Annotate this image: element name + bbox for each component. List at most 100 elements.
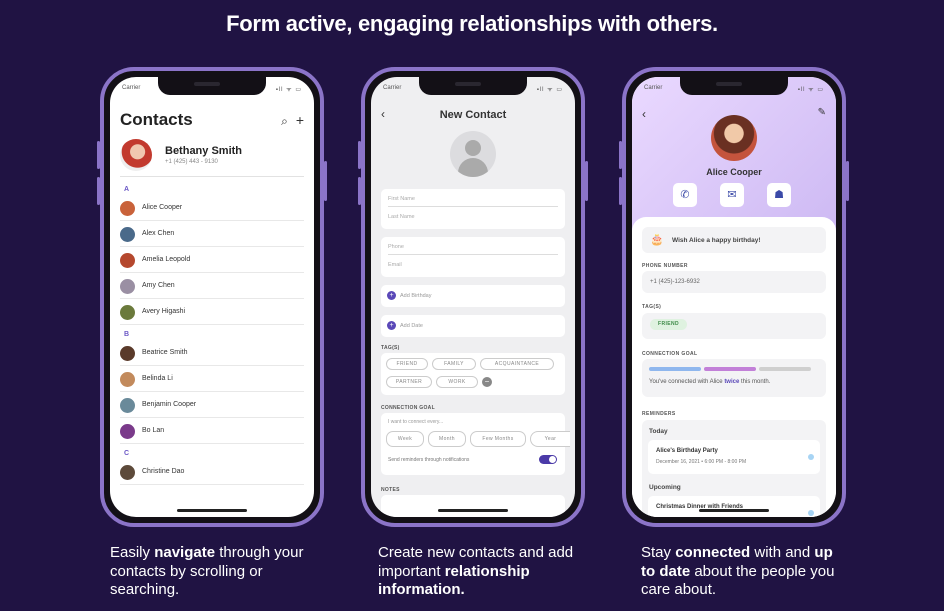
plus-icon: + — [387, 321, 396, 330]
avatar — [120, 139, 152, 171]
avatar — [711, 115, 757, 161]
goal-prompt: I want to connect every... — [388, 419, 444, 425]
add-birthday-label: Add Birthday — [400, 292, 432, 299]
contact-name: Bo Lan — [142, 427, 165, 434]
last-name-field[interactable]: Last Name — [388, 214, 558, 224]
first-name-field[interactable]: First Name — [388, 196, 558, 207]
reminder-toggle[interactable] — [539, 455, 557, 464]
reminder-text: Send reminders through notifications — [388, 457, 470, 463]
upcoming-label: Upcoming — [649, 484, 681, 491]
section-letter: C — [124, 450, 130, 457]
call-icon[interactable]: ✆ — [673, 183, 697, 207]
event-title: Alice's Birthday Party — [656, 448, 718, 454]
remove-tag-icon[interactable]: − — [482, 377, 492, 387]
reminder-dot — [808, 454, 814, 460]
tags-label: TAG(S) — [381, 345, 400, 351]
contact-row[interactable]: Alice Cooper — [120, 195, 304, 221]
tag-chip[interactable]: FAMILY — [432, 358, 476, 370]
reminder-item[interactable]: Christmas Dinner with Friends — [648, 496, 820, 517]
goal-progress-segment — [759, 367, 811, 371]
notes-field[interactable] — [381, 495, 565, 517]
goal-option[interactable]: Month — [428, 431, 466, 447]
goal-progress-segment — [649, 367, 701, 371]
birthday-card[interactable]: 🎂 Wish Alice a happy birthday! — [642, 227, 826, 253]
avatar — [120, 227, 135, 242]
contact-row[interactable]: Beatrice Smith — [120, 340, 304, 366]
goal-text: You've connected with Alice twice this m… — [649, 379, 771, 385]
my-card[interactable]: Bethany Smith +1 (425) 443 - 9130 — [120, 137, 304, 177]
caption-create: Create new contacts and add important re… — [378, 544, 574, 598]
search-icon[interactable]: ⌕ — [281, 114, 288, 128]
tag-chip[interactable]: WORK — [436, 376, 478, 388]
avatar — [120, 398, 135, 413]
contact-row[interactable]: Amelia Leopold — [120, 247, 304, 273]
avatar — [120, 372, 135, 387]
contact-row[interactable]: Avery Higashi — [120, 299, 304, 325]
carrier-label: Carrier — [644, 85, 663, 91]
contact-name: Amelia Leopold — [142, 256, 191, 263]
contact-name: Avery Higashi — [142, 308, 186, 315]
phone-field[interactable]: Phone — [388, 244, 558, 255]
avatar — [120, 346, 135, 361]
phone-value: +1 (425)-123-6932 — [650, 279, 700, 285]
contact-name: Beatrice Smith — [142, 349, 188, 356]
goal-option[interactable]: Year — [530, 431, 570, 447]
caption-navigate: Easily navigate through your contacts by… — [110, 544, 304, 598]
contact-row[interactable]: Amy Chen — [120, 273, 304, 299]
contact-name: Amy Chen — [142, 282, 175, 289]
reminder-item[interactable]: Alice's Birthday Party December 16, 2021… — [648, 440, 820, 474]
page-title: New Contact — [439, 109, 507, 121]
goal-card: I want to connect every... Week Month Fe… — [381, 413, 570, 475]
my-name: Bethany Smith — [165, 145, 243, 157]
phone-label: PHONE NUMBER — [642, 263, 688, 269]
tag-chip[interactable]: ACQUAINTANCE — [480, 358, 554, 370]
goal-card: You've connected with Alice twice this m… — [642, 359, 826, 397]
avatar-placeholder-icon[interactable] — [450, 131, 496, 177]
plus-icon: + — [387, 291, 396, 300]
goal-option[interactable]: Week — [386, 431, 424, 447]
caption-connected: Stay connected with and up to date about… — [641, 544, 835, 598]
contact-row[interactable]: Christine Dao — [120, 459, 304, 485]
contacts-screen: Carrier ▪ll ᯤ ▭ Contacts ⌕ + Bethany Smith… — [110, 77, 314, 517]
reminder-dot — [808, 510, 814, 516]
today-label: Today — [649, 428, 668, 435]
add-icon[interactable]: + — [296, 112, 304, 128]
birthday-text: Wish Alice a happy birthday! — [672, 237, 761, 244]
status-indicators: ▪ll ᯤ ▭ — [536, 87, 563, 93]
profile-icon[interactable]: ☗ — [767, 183, 791, 207]
goal-option[interactable]: Few Months — [470, 431, 526, 447]
edit-icon[interactable]: ✎ — [818, 107, 826, 118]
contact-row[interactable]: Belinda Li — [120, 366, 304, 392]
contact-row[interactable]: Benjamin Cooper — [120, 392, 304, 418]
avatar — [120, 465, 135, 480]
reminders-card: Today Alice's Birthday Party December 16… — [642, 420, 826, 517]
detail-body: 🎂 Wish Alice a happy birthday! PHONE NUM… — [632, 217, 836, 517]
contact-row[interactable]: Alex Chen — [120, 221, 304, 247]
avatar — [120, 279, 135, 294]
headline: Form active, engaging relationships with… — [226, 11, 718, 36]
new-contact-screen: Carrier ▪ll ᯤ ▭ ‹ New Contact First Name … — [371, 77, 575, 517]
status-indicators: ▪ll ᯤ ▭ — [275, 87, 302, 93]
section-letter: B — [124, 331, 130, 338]
contact-detail-screen: Carrier ▪ll ᯤ ▭ ‹ ✎ Alice Cooper ✆ ✉ ☗ 🎂 … — [632, 77, 836, 517]
message-icon[interactable]: ✉ — [720, 183, 744, 207]
contact-card: Phone Email — [381, 237, 565, 277]
tag-chip[interactable]: PARTNER — [386, 376, 432, 388]
phone-card[interactable]: +1 (425)-123-6932 — [642, 271, 826, 293]
contact-name: Alice Cooper — [142, 204, 183, 211]
contact-row[interactable]: Bo Lan — [120, 418, 304, 444]
add-birthday-button[interactable]: + Add Birthday — [381, 285, 565, 307]
notes-label: NOTES — [381, 487, 400, 493]
goal-label: CONNECTION GOAL — [642, 351, 698, 357]
section-letter: A — [124, 186, 130, 193]
contact-name: Alex Chen — [142, 230, 175, 237]
add-date-button[interactable]: + Add Date — [381, 315, 565, 337]
email-field[interactable]: Email — [388, 262, 558, 272]
back-icon[interactable]: ‹ — [642, 107, 646, 121]
goal-progress-segment — [704, 367, 756, 371]
phone-contacts: Carrier ▪ll ᯤ ▭ Contacts ⌕ + Bethany Smith… — [97, 67, 327, 527]
tag-chip[interactable]: FRIEND — [386, 358, 428, 370]
contact-name: Belinda Li — [142, 375, 173, 382]
tag-chip[interactable]: FRIEND — [650, 319, 688, 330]
tags-label: TAG(S) — [642, 304, 662, 310]
